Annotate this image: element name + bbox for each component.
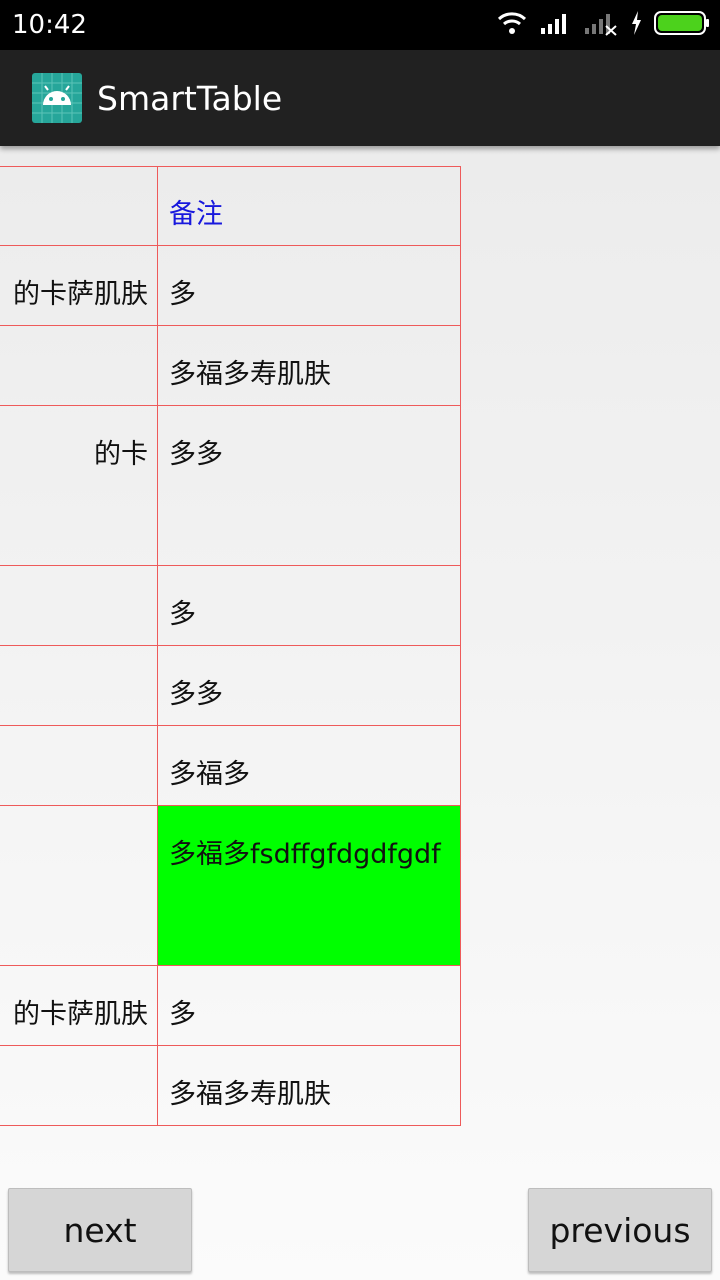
table-cell: 多多: [157, 646, 461, 726]
table-cell: 的卡萨肌肤: [0, 246, 158, 326]
app-bar: SmartTable: [0, 50, 720, 146]
cell-text: 多: [169, 999, 196, 1030]
app-title: SmartTable: [97, 79, 283, 118]
table-cell: 多: [157, 566, 461, 646]
table-cell: 多: [157, 966, 461, 1046]
previous-button[interactable]: previous: [528, 1188, 712, 1272]
cell-text: 的卡: [94, 439, 148, 470]
cell-text: 多福多: [169, 759, 250, 790]
cell-text: 的卡萨肌肤: [13, 279, 148, 310]
cell-text: 多: [169, 599, 196, 630]
battery-icon: [654, 10, 710, 40]
table-header-cell: [0, 166, 158, 246]
status-icons: [496, 10, 710, 40]
table-cell: [0, 1046, 158, 1126]
status-time: 10:42: [12, 10, 87, 40]
cell-text: 备注: [169, 199, 223, 230]
cell-text: 多: [169, 279, 196, 310]
charging-icon: [630, 10, 642, 40]
wifi-icon: [496, 10, 528, 40]
table-cell: 多福多寿肌肤: [157, 1046, 461, 1126]
table-cell: 多多: [157, 406, 461, 566]
cell-text: 多福多寿肌肤: [169, 1079, 331, 1110]
table-cell: [0, 726, 158, 806]
table-header-cell: 备注: [157, 166, 461, 246]
signal-off-icon: [584, 10, 618, 40]
table-cell: [0, 566, 158, 646]
table-cell: 多: [157, 246, 461, 326]
table-cell: 多福多寿肌肤: [157, 326, 461, 406]
table-cell: [0, 326, 158, 406]
table-cell: 的卡: [0, 406, 158, 566]
table-cell: 的卡萨肌肤: [0, 966, 158, 1046]
table-cell: [0, 806, 158, 966]
android-icon: [32, 73, 82, 123]
table-cell: [0, 646, 158, 726]
table-cell: 多福多: [157, 726, 461, 806]
cell-text: 的卡萨肌肤: [13, 999, 148, 1030]
cell-text: 多福多fsdffgfdgdfgdf: [169, 839, 441, 870]
next-button[interactable]: next: [8, 1188, 192, 1272]
table-cell: 多福多fsdffgfdgdfgdf: [157, 806, 461, 966]
status-bar: 10:42: [0, 0, 720, 50]
signal-icon: [540, 10, 572, 40]
cell-text: 多福多寿肌肤: [169, 359, 331, 390]
cell-text: 多多: [169, 439, 223, 470]
cell-text: 多多: [169, 679, 223, 710]
